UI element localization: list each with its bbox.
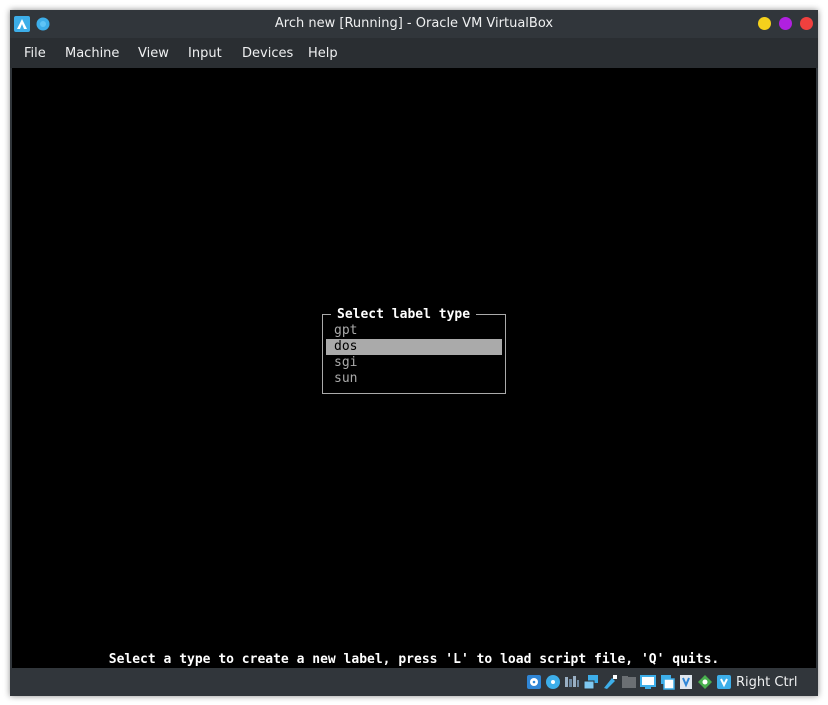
- menu-help[interactable]: Help: [308, 46, 338, 61]
- network-icon[interactable]: [583, 674, 599, 690]
- hard-disk-icon[interactable]: [526, 674, 542, 690]
- audio-icon[interactable]: [564, 674, 580, 690]
- window-title: Arch new [Running] - Oracle VM VirtualBo…: [274, 16, 554, 31]
- menu-file[interactable]: File: [24, 46, 46, 61]
- virtualbox-window: Arch new [Running] - Oracle VM VirtualBo…: [10, 10, 818, 696]
- maximize-button[interactable]: [779, 17, 792, 30]
- menu-bar: File Machine View Input Devices Help: [10, 38, 818, 68]
- option-gpt[interactable]: gpt: [326, 323, 502, 339]
- status-bar: Right Ctrl: [10, 668, 818, 696]
- host-key-label: Right Ctrl: [736, 675, 798, 690]
- menu-view[interactable]: View: [138, 46, 169, 61]
- minimize-button[interactable]: [758, 17, 771, 30]
- option-sgi[interactable]: sgi: [326, 355, 502, 371]
- mouse-integration-icon[interactable]: [697, 674, 713, 690]
- menu-devices[interactable]: Devices: [242, 46, 293, 61]
- optical-drive-icon[interactable]: [545, 674, 561, 690]
- console-status-message: Select a type to create a new label, pre…: [108, 652, 720, 667]
- close-button[interactable]: [800, 17, 813, 30]
- keyboard-capture-icon[interactable]: [716, 674, 732, 690]
- display-icon[interactable]: [640, 674, 656, 690]
- menu-input[interactable]: Input: [188, 46, 222, 61]
- dialog-title: Select label type: [331, 307, 477, 322]
- option-sun[interactable]: sun: [326, 371, 502, 387]
- vm-display[interactable]: Select label type gpt dos sgi sun Select…: [12, 68, 816, 668]
- label-type-dialog: Select label type gpt dos sgi sun: [322, 307, 506, 394]
- menu-machine[interactable]: Machine: [65, 46, 119, 61]
- video-capture-icon[interactable]: [659, 674, 675, 690]
- virtualization-icon[interactable]: [678, 674, 694, 690]
- usb-icon[interactable]: [602, 674, 618, 690]
- option-dos[interactable]: dos: [326, 339, 502, 355]
- title-bar[interactable]: Arch new [Running] - Oracle VM VirtualBo…: [10, 10, 818, 38]
- shared-folders-icon[interactable]: [621, 674, 637, 690]
